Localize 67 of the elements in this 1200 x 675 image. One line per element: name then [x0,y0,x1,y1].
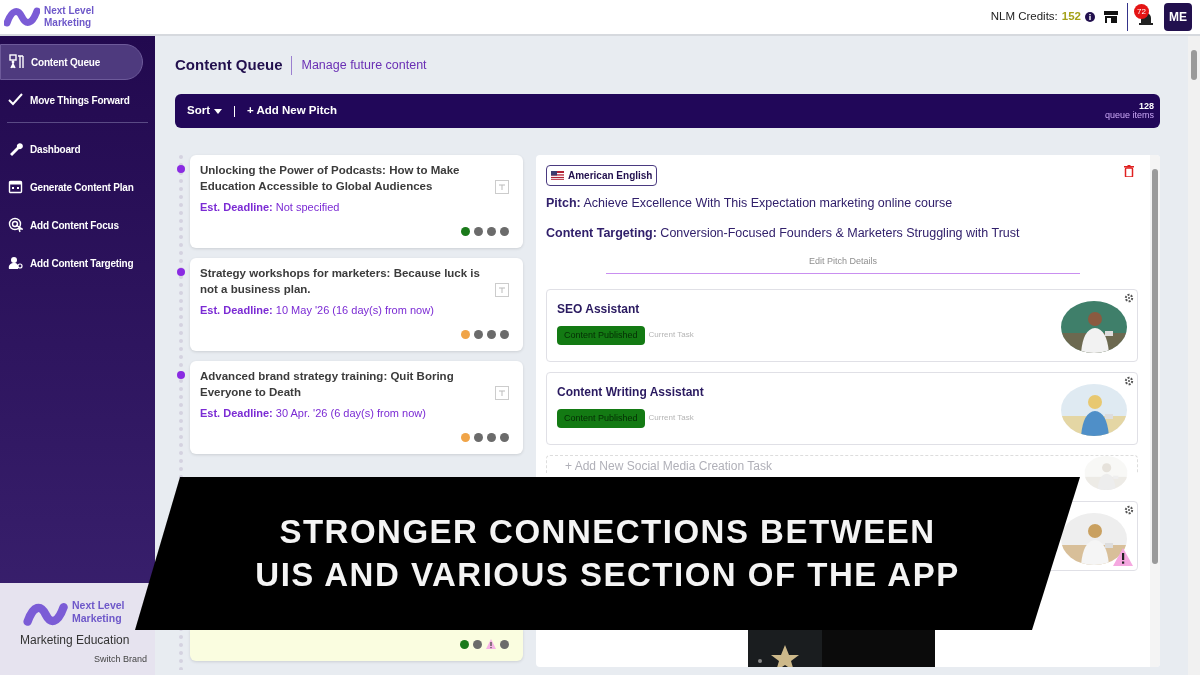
scrollbar-thumb[interactable] [1191,50,1197,80]
notification-count: 72 [1134,4,1149,19]
settings-icon[interactable] [1124,504,1134,515]
sidebar-item[interactable]: Add Content Targeting [0,245,143,281]
sort-dropdown[interactable]: Sort [187,102,222,120]
info-icon[interactable] [1085,12,1095,22]
status-badge: Content Published [557,325,645,345]
switch-brand-link[interactable]: Switch Brand [20,653,155,667]
brand-name: Next Level [44,5,95,17]
settings-icon[interactable] [1124,292,1134,303]
caption-text: STRONGER CONNECTIONS BETWEEN [279,511,936,552]
menu-item-icon [8,141,23,157]
sidebar-item[interactable]: Generate Content Plan [0,169,143,205]
queue-card[interactable]: Strategy workshops for marketers: Because luck is not a business plan. Est. Deadline: 10 May '26 (16 day(s) from now) [190,258,523,351]
delete-icon[interactable] [1124,165,1134,177]
menu-item-icon [8,92,23,108]
language-badge[interactable]: American English [546,165,658,186]
sidebar-item[interactable]: Content Queue [0,44,143,80]
credits-value: 152 [1061,9,1081,25]
task-title: Content Writing Assistant [557,383,704,401]
sidebar-item[interactable]: Move Things Forward [0,82,143,118]
scrollbar-thumb[interactable] [1152,169,1158,564]
menu-item-icon [9,54,24,70]
timeline-dot [177,268,185,276]
warning-icon [486,639,496,649]
sidebar-item[interactable]: Dashboard [0,131,143,167]
timeline-dot [177,371,185,379]
profile-avatar[interactable]: ME [1164,3,1192,31]
deadline-text: Est. Deadline: 30 Apr. '26 (6 day(s) from now) [200,406,427,422]
task-card[interactable]: SEO Assistant Content Published Current Task [546,288,1138,362]
task-card[interactable]: Content Writing Assistant Content Published Current Task [546,371,1138,445]
status-badge: Content Published [557,408,645,428]
brand-name: Marketing [44,17,93,29]
queue-card-title: Unlocking the Power of Podcasts: How to Make Education Accessible to Global Audiences [200,163,461,194]
queue-card-title: Strategy workshops for marketers: Because luck is not a business plan. [200,266,481,297]
settings-icon[interactable] [1124,375,1134,386]
caption-text: UIS AND VARIOUS SECTION OF THE APP [255,554,960,595]
flag-icon [551,171,564,180]
deadline-text: Est. Deadline: Not specified [200,200,341,216]
queue-card-title: Advanced brand strategy training: Quit Boring Everyone to Death [200,369,455,400]
logo-icon [4,5,40,29]
add-pitch-button[interactable]: + Add New Pitch [247,102,337,120]
queue-card[interactable]: Unlocking the Power of Podcasts: How to Make Education Accessible to Global Audiences Est. Deadline: Not specified [190,155,523,248]
current-task-label: Current Task [648,329,694,342]
current-task-label: Current Task [648,412,694,425]
menu-item-icon [8,255,23,271]
caret-icon [214,108,222,114]
deadline-text: Est. Deadline: 10 May '26 (16 day(s) from now) [200,303,435,319]
queue-count: 128 [1137,101,1154,111]
credits-label: NLM Credits: [990,9,1058,25]
store-icon[interactable] [1103,10,1119,24]
sidebar-item[interactable]: Add Content Focus [0,207,143,243]
page-title: Content Queue [175,55,283,76]
menu-item-icon [8,179,23,195]
queue-count-label: queue items [1104,111,1154,121]
pitch-text: Pitch: Achieve Excellence With This Expectation marketing online course [546,195,954,212]
task-title: SEO Assistant [557,300,641,318]
menu-item-icon [8,217,23,233]
timeline-dot [177,165,185,173]
queue-card[interactable] [190,629,523,661]
page-subtitle: Manage future content [290,56,427,75]
targeting-text: Content Targeting: Conversion-Focused Founders & Marketers Struggling with Trust [546,224,1021,242]
brand-subtitle: Marketing Education [20,632,131,649]
brand-name: Next Level [72,599,125,612]
edit-pitch-link[interactable]: Edit Pitch Details [809,254,877,268]
queue-card[interactable]: Advanced brand strategy training: Quit Boring Everyone to Death Est. Deadline: 30 Apr. '26 (6 day(s) from now) [190,361,523,454]
brand-name: Marketing [72,612,123,625]
